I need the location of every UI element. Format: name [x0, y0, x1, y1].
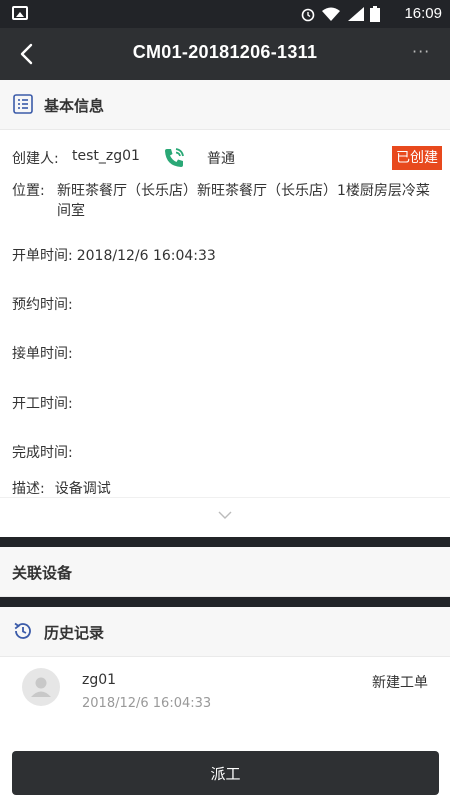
- open-time-label: 开单时间:: [12, 248, 73, 264]
- status-bar: 16:09: [0, 0, 450, 28]
- history-title: 历史记录: [44, 624, 105, 642]
- more-button[interactable]: ···: [412, 40, 436, 68]
- history-header: 历史记录: [0, 607, 450, 657]
- avatar: [22, 668, 60, 706]
- nav-bar: CM01-20181206-1311 ···: [0, 28, 450, 80]
- basic-info-title: 基本信息: [44, 97, 105, 115]
- start-time-label: 开工时间:: [12, 396, 73, 412]
- section-divider: [0, 537, 450, 547]
- signal-icon: [348, 7, 364, 21]
- location-value: 新旺茶餐厅（长乐店）新旺茶餐厅（长乐店）1楼厨房层冷菜间室: [57, 183, 430, 219]
- history-icon: [14, 622, 31, 639]
- creator-value: test_zg01: [72, 148, 140, 164]
- image-icon: [12, 6, 28, 20]
- reserve-time-label: 预约时间:: [12, 297, 73, 313]
- history-list-item: zg01 新建工单 2018/12/6 16:04:33: [0, 658, 450, 728]
- open-time-field: 开单时间: 2018/12/6 16:04:33: [12, 245, 216, 265]
- page-title: CM01-20181206-1311: [132, 42, 318, 62]
- priority-label: 普通: [207, 151, 235, 167]
- expand-row[interactable]: [0, 497, 450, 537]
- battery-icon: [370, 6, 380, 22]
- history-user: zg01: [82, 672, 117, 688]
- basic-info-header: 基本信息: [0, 80, 450, 130]
- related-devices-title: 关联设备: [12, 564, 73, 582]
- wifi-icon: [322, 7, 340, 21]
- open-time-value: 2018/12/6 16:04:33: [76, 248, 216, 264]
- status-icons: [300, 4, 380, 24]
- creator-label: 创建人:: [12, 151, 59, 167]
- complete-time-field: 完成时间:: [12, 442, 73, 462]
- complete-time-label: 完成时间:: [12, 445, 73, 461]
- alarm-icon: [301, 8, 315, 22]
- description-value: 设备调试: [54, 481, 111, 497]
- status-time: 16:09: [404, 5, 442, 22]
- start-time-field: 开工时间:: [12, 393, 73, 413]
- accept-time-label: 接单时间:: [12, 346, 73, 362]
- status-badge: 已创建: [392, 146, 442, 170]
- user-icon: [31, 677, 51, 697]
- related-devices-header[interactable]: 关联设备: [0, 547, 450, 597]
- description-label: 描述:: [12, 481, 45, 497]
- dispatch-button[interactable]: 派工: [12, 751, 439, 795]
- phone-icon[interactable]: [162, 146, 186, 170]
- location-label: 位置:: [12, 183, 45, 199]
- description-field: 描述: 设备调试: [12, 478, 111, 498]
- creator-row: 创建人: test_zg01 普通 已创建: [12, 146, 442, 170]
- chevron-down-icon[interactable]: [218, 508, 232, 522]
- section-divider: [0, 597, 450, 607]
- history-action: 新建工单: [372, 675, 428, 691]
- reserve-time-field: 预约时间:: [12, 294, 73, 314]
- accept-time-field: 接单时间:: [12, 343, 73, 363]
- history-timestamp: 2018/12/6 16:04:33: [82, 696, 212, 711]
- list-icon: [13, 94, 33, 114]
